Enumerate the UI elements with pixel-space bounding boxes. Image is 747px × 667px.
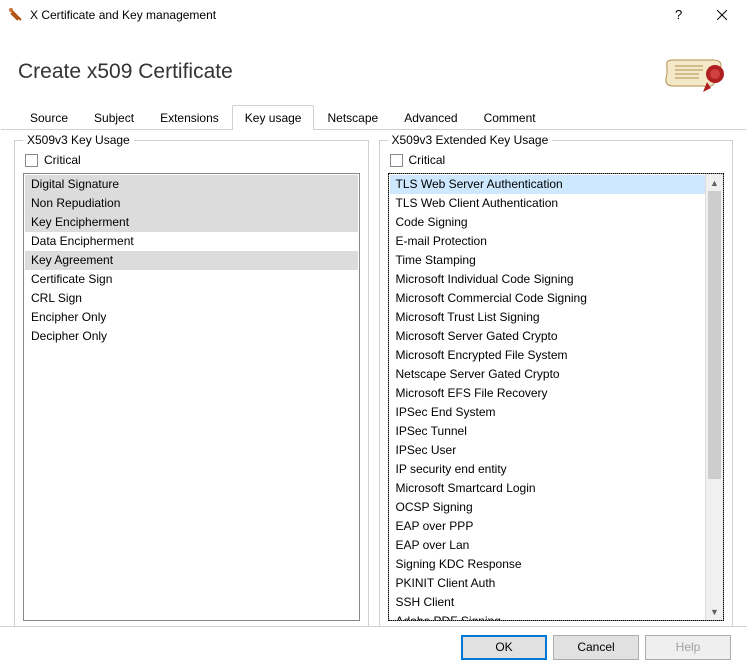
critical-checkbox-row-key-usage[interactable]: Critical <box>25 153 358 167</box>
scrollbar-vertical[interactable]: ▲ ▼ <box>705 174 723 620</box>
checkbox-icon[interactable] <box>390 154 403 167</box>
list-ext-key-usage[interactable]: TLS Web Server AuthenticationTLS Web Cli… <box>388 173 725 621</box>
scroll-up-icon[interactable]: ▲ <box>706 174 723 191</box>
svg-text:?: ? <box>675 8 682 22</box>
list-item[interactable]: Microsoft Server Gated Crypto <box>390 327 706 346</box>
list-key-usage[interactable]: Digital SignatureNon RepudiationKey Enci… <box>23 173 360 621</box>
tabs-row: SourceSubjectExtensionsKey usageNetscape… <box>1 104 746 130</box>
list-item[interactable]: EAP over Lan <box>390 536 706 555</box>
list-item[interactable]: Microsoft Encrypted File System <box>390 346 706 365</box>
group-ext-key-usage-label: X509v3 Extended Key Usage <box>388 133 553 147</box>
tab-netscape[interactable]: Netscape <box>314 105 391 130</box>
cancel-button[interactable]: Cancel <box>553 635 639 660</box>
list-item[interactable]: IP security end entity <box>390 460 706 479</box>
list-item[interactable]: IPSec End System <box>390 403 706 422</box>
list-item[interactable]: Non Repudiation <box>25 194 358 213</box>
page-title: Create x509 Certificate <box>18 60 233 84</box>
list-item[interactable]: EAP over PPP <box>390 517 706 536</box>
list-item[interactable]: Microsoft Smartcard Login <box>390 479 706 498</box>
ok-button[interactable]: OK <box>461 635 547 660</box>
titlebar: X Certificate and Key management ? <box>0 0 747 30</box>
scroll-thumb[interactable] <box>708 191 721 479</box>
group-key-usage-label: X509v3 Key Usage <box>23 133 134 147</box>
help-button[interactable]: ? <box>659 0 701 30</box>
list-item[interactable]: Certificate Sign <box>25 270 358 289</box>
list-item[interactable]: IPSec User <box>390 441 706 460</box>
list-item[interactable]: Data Encipherment <box>25 232 358 251</box>
list-item[interactable]: Encipher Only <box>25 308 358 327</box>
list-item[interactable]: Decipher Only <box>25 327 358 346</box>
list-item[interactable]: Key Encipherment <box>25 213 358 232</box>
group-ext-key-usage: X509v3 Extended Key Usage Critical TLS W… <box>379 140 734 630</box>
list-item[interactable]: SSH Client <box>390 593 706 612</box>
group-key-usage: X509v3 Key Usage Critical Digital Signat… <box>14 140 369 630</box>
list-item[interactable]: Code Signing <box>390 213 706 232</box>
list-item[interactable]: Microsoft Individual Code Signing <box>390 270 706 289</box>
list-item[interactable]: Signing KDC Response <box>390 555 706 574</box>
list-item[interactable]: PKINIT Client Auth <box>390 574 706 593</box>
list-item[interactable]: Time Stamping <box>390 251 706 270</box>
tab-advanced[interactable]: Advanced <box>391 105 470 130</box>
list-item[interactable]: OCSP Signing <box>390 498 706 517</box>
list-item[interactable]: Netscape Server Gated Crypto <box>390 365 706 384</box>
scroll-track[interactable] <box>706 191 723 603</box>
tab-comment[interactable]: Comment <box>471 105 549 130</box>
list-item[interactable]: TLS Web Server Authentication <box>390 175 706 194</box>
list-item[interactable]: Microsoft Trust List Signing <box>390 308 706 327</box>
list-item[interactable]: Microsoft EFS File Recovery <box>390 384 706 403</box>
list-item[interactable]: Digital Signature <box>25 175 358 194</box>
app-icon <box>8 7 24 23</box>
critical-label: Critical <box>44 153 81 167</box>
tab-source[interactable]: Source <box>17 105 81 130</box>
list-item[interactable]: E-mail Protection <box>390 232 706 251</box>
tab-panel-key-usage: X509v3 Key Usage Critical Digital Signat… <box>0 130 747 640</box>
help-button-footer: Help <box>645 635 731 660</box>
dialog-footer: OK Cancel Help <box>0 626 747 667</box>
tab-key-usage[interactable]: Key usage <box>232 105 315 130</box>
list-item[interactable]: Adobe PDF Signing <box>390 612 706 621</box>
critical-label: Critical <box>409 153 446 167</box>
critical-checkbox-row-ext-key-usage[interactable]: Critical <box>390 153 723 167</box>
list-item[interactable]: CRL Sign <box>25 289 358 308</box>
close-button[interactable] <box>701 0 743 30</box>
scroll-down-icon[interactable]: ▼ <box>706 603 723 620</box>
list-item[interactable]: Microsoft Commercial Code Signing <box>390 289 706 308</box>
list-item[interactable]: Key Agreement <box>25 251 358 270</box>
checkbox-icon[interactable] <box>25 154 38 167</box>
tab-subject[interactable]: Subject <box>81 105 147 130</box>
header: Create x509 Certificate <box>0 30 747 104</box>
certificate-seal-icon <box>659 52 729 92</box>
list-item[interactable]: TLS Web Client Authentication <box>390 194 706 213</box>
list-item[interactable]: IPSec Tunnel <box>390 422 706 441</box>
window-title: X Certificate and Key management <box>30 8 659 22</box>
tab-extensions[interactable]: Extensions <box>147 105 232 130</box>
